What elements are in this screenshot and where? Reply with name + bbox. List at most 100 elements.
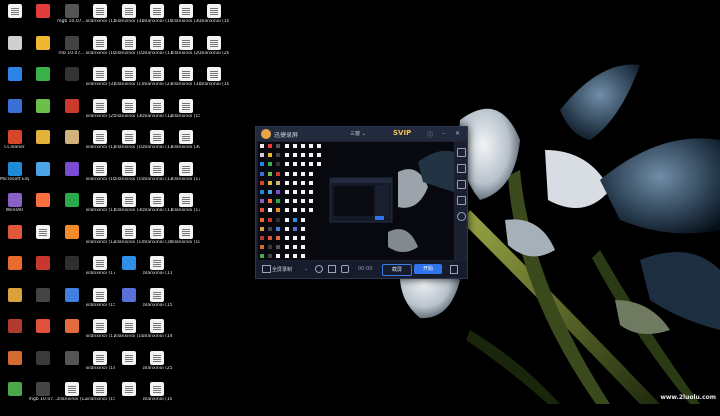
- chevron-down-icon[interactable]: ⌄: [304, 266, 308, 272]
- preview-icon: [309, 171, 314, 176]
- file-icon: [150, 350, 164, 365]
- vip-badge[interactable]: SVIP: [393, 129, 411, 137]
- file-icon: [150, 256, 164, 270]
- preview-icon: [309, 144, 314, 148]
- preview-icon: [268, 144, 273, 148]
- screenshot-button[interactable]: 截屏: [382, 264, 412, 276]
- app-icon: [7, 224, 22, 239]
- preview-icon: [292, 254, 297, 259]
- webcam-icon[interactable]: [315, 265, 323, 273]
- desktop-icon: [200, 380, 229, 416]
- desktop-icon-label: zilanxinoi (11): [142, 50, 172, 56]
- file-icon: [93, 287, 107, 302]
- preview-icon: [276, 144, 281, 148]
- expand-icon[interactable]: [450, 265, 458, 274]
- app-icon: [36, 350, 50, 365]
- desktop-icon[interactable]: zilanxinoi (12): [57, 380, 86, 416]
- desktop-icon-label: zilanxinoi (20): [199, 50, 229, 56]
- preview-icon: [301, 254, 305, 259]
- preview-icon: [268, 190, 273, 194]
- preview-icon: [301, 199, 305, 204]
- preview-icon: [260, 180, 264, 185]
- desktop-icon-label: zilanxinoi (10): [114, 145, 143, 150]
- app-icon: [7, 67, 22, 81]
- desktop-icon[interactable]: zilanxinoi (10): [143, 380, 172, 416]
- file-icon: [93, 256, 107, 270]
- start-recording-button[interactable]: 开始: [414, 264, 442, 274]
- preview-icon: [260, 153, 264, 158]
- capture-area-select[interactable]: 全屏录制: [272, 266, 292, 273]
- preview-icon: [268, 162, 273, 167]
- preview-icon: [292, 208, 297, 213]
- app-icon: [7, 161, 22, 176]
- preview-icon: [268, 226, 273, 231]
- desktop-icon-label: zilanxinoi (18): [114, 334, 143, 339]
- desktop-icon-label: xilanxinoi (12): [85, 239, 115, 245]
- file-icon: [121, 161, 136, 176]
- desktop-icon-label: zilanxinoi (25): [142, 365, 172, 371]
- preview-icon: [301, 162, 305, 167]
- app-icon: [7, 130, 22, 144]
- camera-icon[interactable]: [457, 196, 466, 205]
- desktop-icon-label: zilanxinoi (10): [142, 397, 172, 402]
- file-icon: [93, 161, 107, 176]
- desktop-icon-label: zilanxinoi (23): [142, 82, 172, 87]
- preview-icon: [260, 236, 264, 240]
- preview-icon: [292, 162, 297, 167]
- preview-icon: [276, 162, 281, 167]
- desktop-icon[interactable]: [114, 380, 143, 416]
- preview-icon: [260, 144, 264, 148]
- preview-icon: [268, 153, 273, 158]
- desktop-icon-label: zilanxinoi (30): [114, 208, 143, 213]
- settings-icon[interactable]: [457, 212, 466, 221]
- desktop-icon-label: xilanxinoi (14): [85, 365, 115, 371]
- text-tool-icon[interactable]: [457, 148, 466, 157]
- desktop-icon[interactable]: xilanxinoi (15): [86, 380, 115, 416]
- app-icon: [64, 319, 79, 333]
- app-icon: [36, 256, 50, 270]
- pen-tool-icon[interactable]: [457, 180, 466, 189]
- screen-recorder-window[interactable]: 迅捷录屏 三窗 ⌄ SVIP ⓘ – ✕ 全屏录制 ⌄ 00:00 截屏 开始: [255, 126, 468, 279]
- file-icon: [121, 382, 136, 396]
- preview-icon: [309, 190, 314, 194]
- desktop-icon-label: zilanxinoi (10): [199, 82, 229, 87]
- preview-icon: [284, 199, 289, 204]
- mode-dropdown[interactable]: 三窗 ⌄: [350, 130, 366, 137]
- close-icon[interactable]: ✕: [455, 130, 460, 137]
- desktop-icon-label: zilanxinoi (30): [171, 145, 200, 150]
- preview-icon: [260, 226, 264, 231]
- preview-icon: [260, 245, 264, 250]
- desktop-icon-label: zilanxinoi (12): [57, 397, 86, 402]
- desktop-icon[interactable]: mgb 10.07...: [29, 380, 58, 416]
- help-icon[interactable]: ⓘ: [427, 130, 433, 139]
- app-icon: [36, 67, 50, 81]
- preview-icon: [284, 180, 289, 185]
- microphone-icon[interactable]: [341, 265, 349, 273]
- desktop-icon-label: mgb 10.07...: [57, 19, 86, 24]
- file-icon: [178, 130, 193, 144]
- preview-icon: [292, 171, 297, 176]
- speaker-icon[interactable]: [328, 265, 336, 273]
- app-icon: [64, 224, 79, 239]
- recorder-sidebar[interactable]: [455, 142, 466, 260]
- preview-icon: [301, 190, 305, 194]
- preview-icon: [301, 153, 305, 158]
- file-icon: [93, 193, 107, 207]
- file-icon: [93, 67, 107, 81]
- desktop-icon[interactable]: [0, 380, 29, 416]
- desktop-icon-label: zilanxinoi (10): [114, 50, 143, 56]
- app-icon: [36, 382, 50, 396]
- minimize-icon[interactable]: –: [442, 130, 445, 137]
- desktop-icon-label: xilanxinoi (15): [85, 397, 115, 402]
- app-icon: [7, 98, 22, 113]
- file-icon: [64, 382, 79, 396]
- recorder-bottom-bar: 全屏录制 ⌄ 00:00 截屏 开始: [256, 261, 467, 278]
- crop-tool-icon[interactable]: [457, 164, 466, 173]
- preview-icon: [260, 162, 264, 167]
- recorder-titlebar[interactable]: 迅捷录屏 三窗 ⌄ SVIP ⓘ – ✕: [256, 127, 467, 141]
- monitor-icon: [262, 265, 271, 273]
- recording-timer: 00:00: [358, 266, 373, 272]
- app-icon: [64, 287, 79, 302]
- desktop-icon-label: zilanxinoi (15): [142, 302, 172, 308]
- file-icon: [121, 130, 136, 144]
